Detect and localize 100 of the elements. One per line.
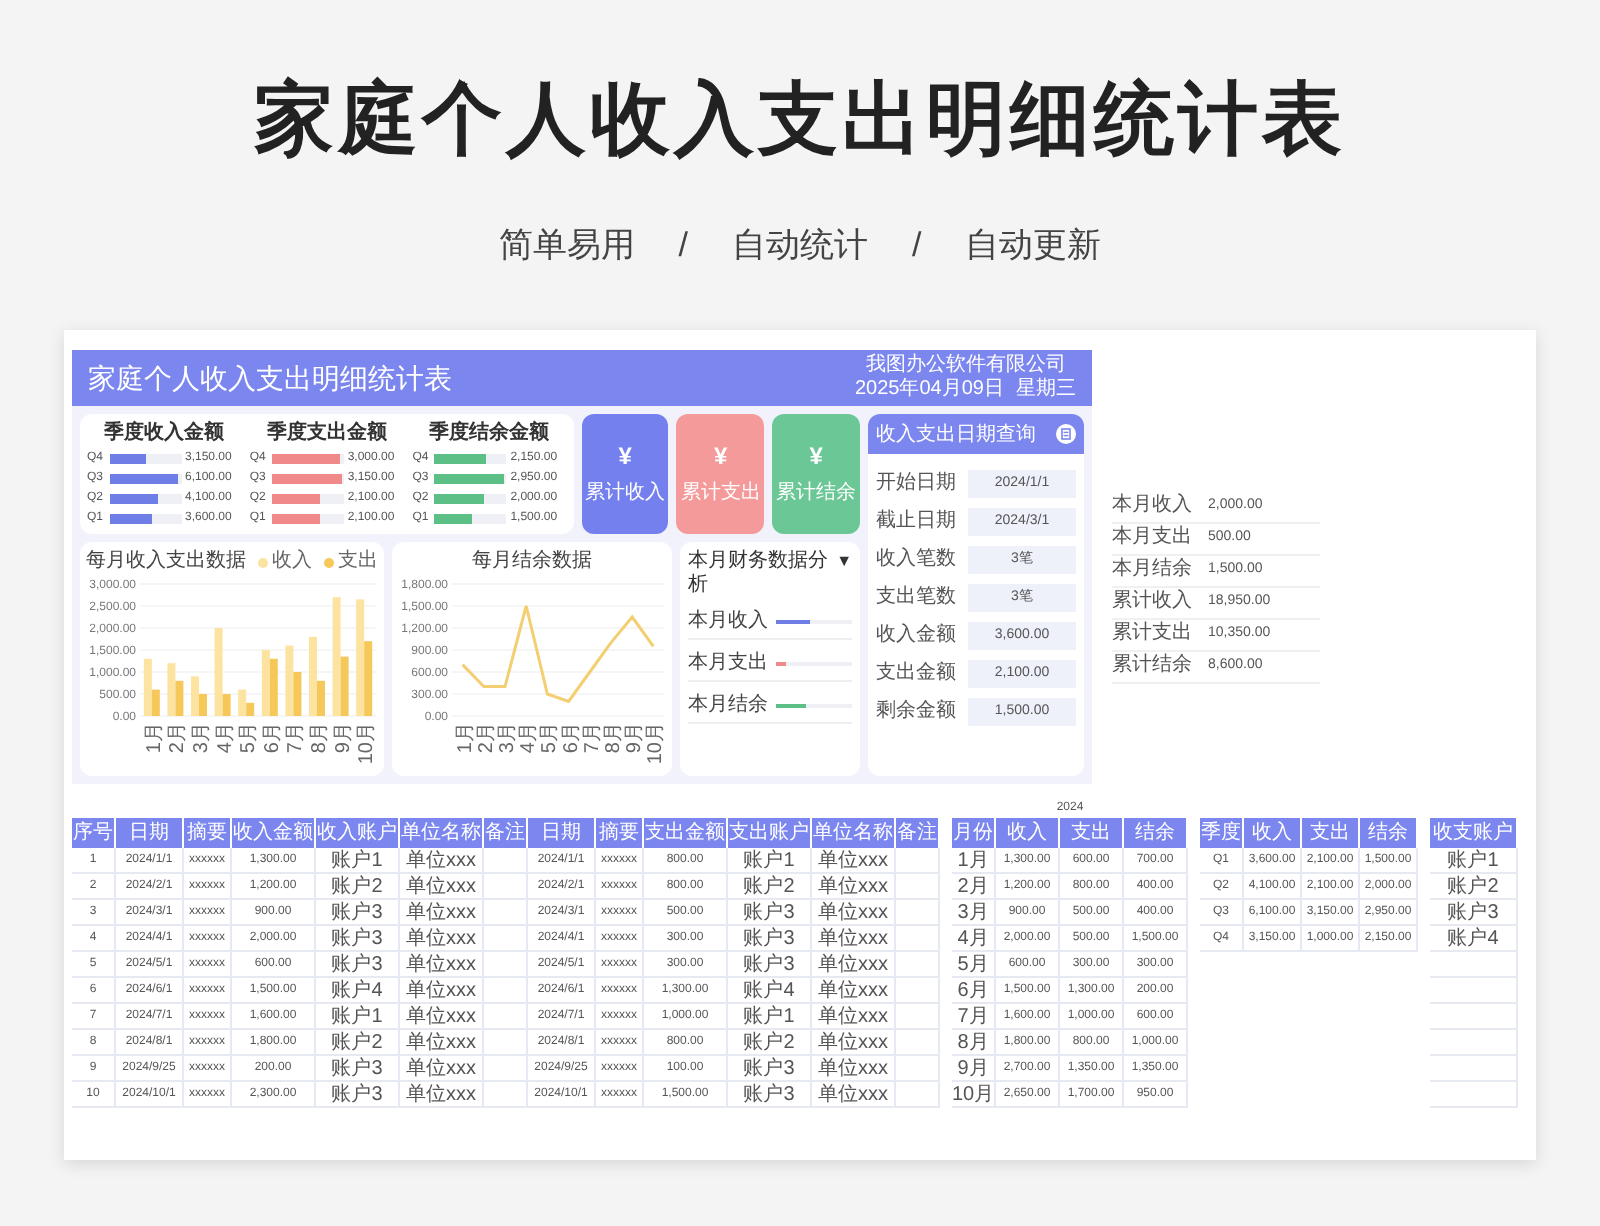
- legend-label: 收入: [272, 550, 312, 574]
- sheet-title: 家庭个人收入支出明细统计表: [88, 359, 452, 397]
- table-cell: 单位xxx: [812, 1082, 896, 1108]
- table-cell: 单位xxx: [400, 926, 484, 952]
- table-cell: 单位xxx: [812, 952, 896, 978]
- field-label: 支出金额: [876, 662, 958, 686]
- row-label: 本月结余: [688, 694, 768, 718]
- column-header: 支出: [1060, 818, 1124, 848]
- column-header: 摘要: [596, 818, 644, 848]
- summary-label: 累计结余: [1112, 654, 1194, 678]
- field-label: 剩余金额: [876, 700, 958, 724]
- column-header: 支出: [1302, 818, 1360, 848]
- table-cell: 账户1: [316, 1004, 400, 1030]
- table-cell: 单位xxx: [812, 848, 896, 874]
- axis-tick-label: 6月: [261, 722, 284, 754]
- table-cell: 单位xxx: [400, 978, 484, 1004]
- column-header: 备注: [484, 818, 528, 848]
- table-cell: [896, 1030, 940, 1056]
- document-icon: [1056, 424, 1076, 444]
- chart-title: 季度收入金额: [104, 422, 224, 446]
- table-cell: 账户3: [728, 1056, 812, 1082]
- field-label: 支出笔数: [876, 586, 958, 610]
- table-cell: 账户3: [728, 926, 812, 952]
- field-label: 截止日期: [876, 510, 958, 534]
- table-cell: 单位xxx: [812, 978, 896, 1004]
- subtitle-text: 自动统计: [732, 224, 868, 268]
- card-label: 累计收入: [585, 482, 666, 506]
- axis-tick-label: 10月: [356, 722, 379, 765]
- table-cell: 单位xxx: [400, 874, 484, 900]
- table-cell: [1430, 1056, 1518, 1082]
- axis-tick-label: 5月: [238, 722, 261, 754]
- table-cell: [484, 900, 528, 926]
- axis-tick-label: 2月: [167, 722, 190, 754]
- field-label: 收入金额: [876, 624, 958, 648]
- card-label: 累计结余: [776, 482, 857, 506]
- table-cell: 账户1: [1430, 848, 1518, 874]
- table-cell: [1430, 1082, 1518, 1108]
- column-header: 结余: [1124, 818, 1188, 848]
- table-cell: 账户3: [316, 1082, 400, 1108]
- table-cell: 2月: [952, 874, 996, 900]
- table-cell: 账户1: [728, 1004, 812, 1030]
- axis-tick-label: 1月: [143, 722, 166, 754]
- summary-label: 本月支出: [1112, 526, 1194, 550]
- axis-tick-label: 5月: [539, 722, 562, 754]
- table-cell: [484, 978, 528, 1004]
- axis-tick-label: 8月: [309, 722, 331, 754]
- table-cell: 单位xxx: [812, 1030, 896, 1056]
- summary-label: 累计支出: [1112, 622, 1194, 646]
- table-cell: 账户3: [728, 1082, 812, 1108]
- column-header: 摘要: [184, 818, 232, 848]
- summary-label: 本月结余: [1112, 558, 1194, 582]
- row-label: 本月收入: [688, 610, 768, 634]
- axis-tick-label: 2月: [475, 722, 498, 754]
- table-cell: 单位xxx: [812, 926, 896, 952]
- company-name: 我图办公软件有限公司: [865, 354, 1066, 377]
- yen-icon: ¥: [714, 442, 728, 470]
- legend-label: 支出: [338, 550, 378, 574]
- table-cell: [484, 848, 528, 874]
- table-cell: 单位xxx: [400, 1030, 484, 1056]
- caret-icon[interactable]: ▼: [836, 550, 852, 574]
- table-cell: [896, 926, 940, 952]
- row-label: 本月支出: [688, 652, 768, 676]
- column-header: 收入: [1244, 818, 1302, 848]
- axis-tick-label: 3月: [191, 722, 213, 754]
- axis-tick-label: 4月: [518, 722, 541, 754]
- table-cell: [896, 952, 940, 978]
- table-cell: 单位xxx: [400, 1082, 484, 1108]
- axis-tick-label: 9月: [624, 722, 647, 754]
- table-cell: 8月: [952, 1030, 996, 1056]
- summary-label: 累计收入: [1112, 590, 1194, 614]
- column-header: 支出账户: [728, 818, 812, 848]
- table-cell: [1430, 952, 1518, 978]
- table-cell: 账户2: [316, 1030, 400, 1056]
- table-cell: 账户3: [728, 900, 812, 926]
- table-cell: [484, 926, 528, 952]
- table-cell: 账户1: [728, 848, 812, 874]
- table-cell: 账户1: [316, 848, 400, 874]
- chart-title: 季度支出金额: [266, 422, 387, 446]
- column-header: 收入: [996, 818, 1060, 848]
- table-cell: 账户3: [728, 952, 812, 978]
- table-cell: 账户4: [316, 978, 400, 1004]
- column-header: 日期: [116, 818, 184, 848]
- table-cell: [896, 1056, 940, 1082]
- axis-tick-label: 9月: [332, 722, 355, 754]
- table-cell: 7月: [952, 1004, 996, 1030]
- table-cell: 账户3: [1430, 900, 1518, 926]
- card-label: 累计支出: [680, 482, 761, 506]
- chart-title: 每月收入支出数据: [86, 550, 246, 574]
- analysis-title: 本月财务数据分析: [688, 550, 830, 598]
- query-title: 收入支出日期查询: [876, 421, 1036, 449]
- table-cell: [484, 1056, 528, 1082]
- column-header: 结余: [1360, 818, 1418, 848]
- table-cell: [1430, 1030, 1518, 1056]
- table-cell: [484, 1030, 528, 1056]
- date-text: 2025年04月09日: [855, 378, 1004, 402]
- chart-title: 季度结余金额: [429, 422, 550, 446]
- axis-tick-label: 10月: [645, 722, 668, 765]
- column-header: 备注: [896, 818, 940, 848]
- field-label: 开始日期: [876, 472, 958, 496]
- table-cell: 10月: [952, 1082, 996, 1108]
